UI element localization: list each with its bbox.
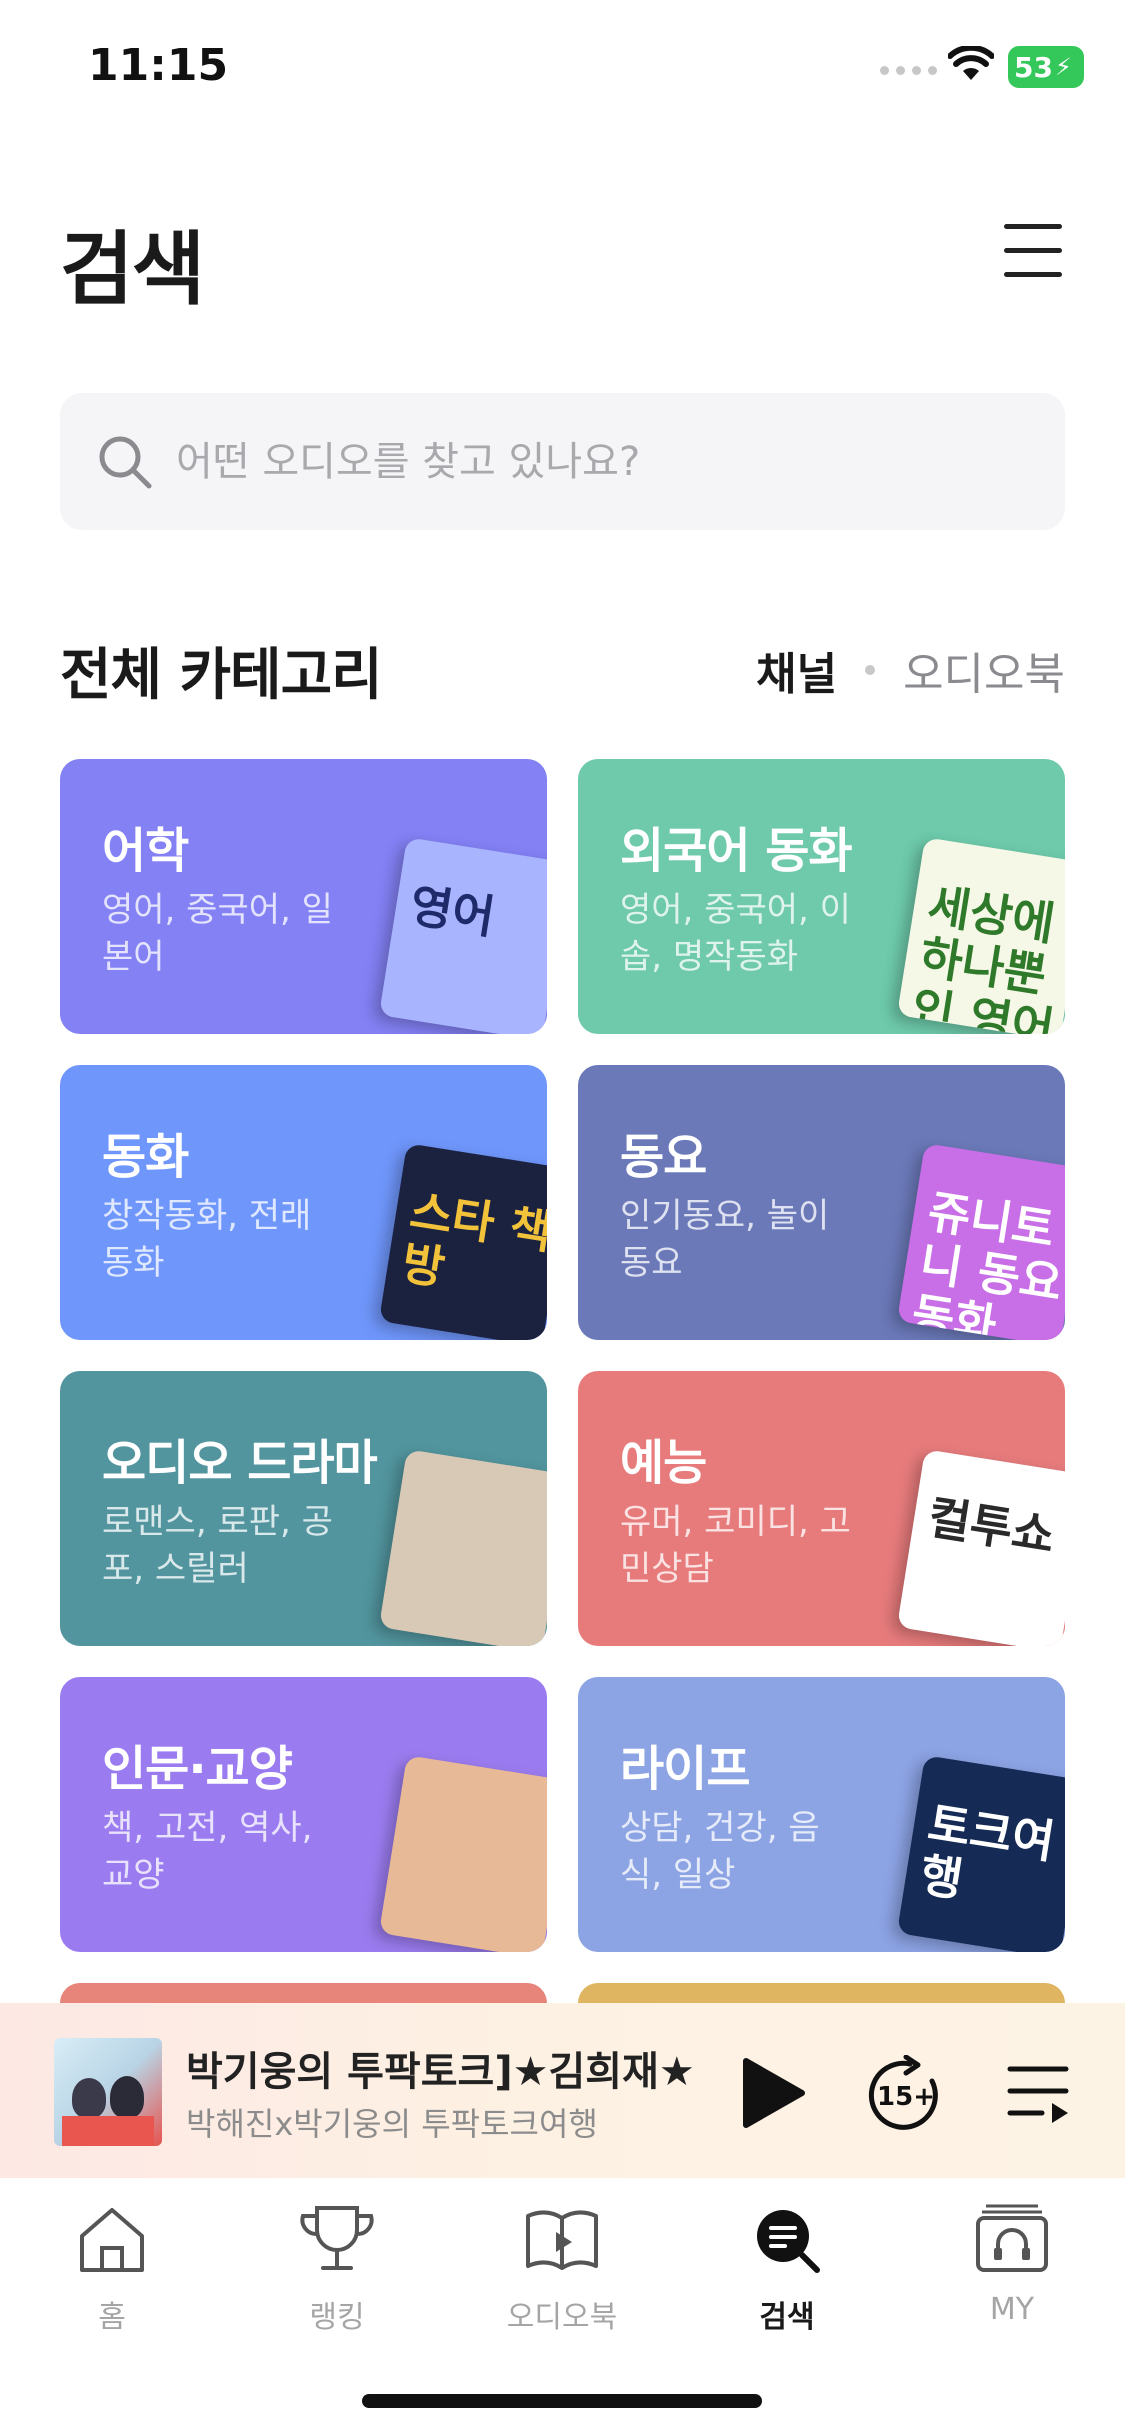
category-card[interactable]: 예능유머, 코미디, 고민상담 컬투쇼 bbox=[578, 1371, 1065, 1646]
tab-label: 랭킹 bbox=[309, 2300, 365, 2335]
album-art[interactable] bbox=[54, 2038, 162, 2146]
category-grid: 어학영어, 중국어, 일본어 영어 외국어 동화영어, 중국어, 이솝, 명작동화 세… bbox=[60, 759, 1065, 2023]
svg-text:15+: 15+ bbox=[877, 2082, 935, 2112]
wifi-icon bbox=[948, 46, 994, 80]
category-subtitle: 창작동화, 전래동화 bbox=[102, 1196, 312, 1283]
headphones-icon bbox=[976, 2204, 1048, 2272]
tab-label: 검색 bbox=[759, 2300, 815, 2335]
battery-level: 53 bbox=[1014, 50, 1053, 84]
audiobook-icon bbox=[526, 2210, 598, 2270]
category-thumbnail: 쥬니토니 동요동화 bbox=[896, 1143, 1065, 1340]
player-title[interactable]: 박기웅의 투팍토크]★김희재★ bbox=[186, 2039, 696, 2097]
skip-forward-15-button[interactable]: 15+ bbox=[866, 2055, 946, 2135]
category-subtitle: 유머, 코미디, 고민상담 bbox=[620, 1502, 851, 1589]
status-time: 11:15 bbox=[88, 40, 229, 91]
signal-icon bbox=[880, 66, 937, 75]
search-bar[interactable] bbox=[60, 393, 1065, 530]
search-input[interactable] bbox=[176, 438, 1026, 485]
playlist-button[interactable] bbox=[1006, 2061, 1072, 2125]
trophy-icon bbox=[300, 2206, 374, 2270]
category-title: 오디오 드라마 bbox=[102, 1435, 378, 1491]
tab-label: 홈 bbox=[98, 2300, 126, 2335]
category-subtitle: 로맨스, 로판, 공포, 스릴러 bbox=[102, 1502, 333, 1589]
thumbnail-title: 쥬니토니 동요동화 bbox=[908, 1183, 1065, 1340]
category-card[interactable]: 인문·교양책, 고전, 역사, 교양 bbox=[60, 1677, 547, 1952]
status-bar: 11:15 53 ⚡ bbox=[0, 0, 1125, 140]
category-card[interactable]: 라이프상담, 건강, 음식, 일상 토크여행 bbox=[578, 1677, 1065, 1952]
tab-label: 오디오북 bbox=[506, 2300, 618, 2335]
category-type-toggle: 채널 오디오북 bbox=[756, 638, 1065, 702]
section-title: 전체 카테고리 bbox=[60, 643, 383, 708]
category-thumbnail: 세상에 하나뿐인 영어동화 bbox=[896, 837, 1065, 1034]
battery-icon: 53 ⚡ bbox=[1008, 46, 1084, 88]
category-thumbnail: 스타 책방 bbox=[378, 1143, 547, 1340]
thumbnail-title: 토크여행 bbox=[916, 1795, 1059, 1908]
thumbnail-title: 컬투쇼 bbox=[924, 1489, 1059, 1564]
search-icon bbox=[757, 2210, 820, 2273]
separator-dot bbox=[865, 665, 876, 675]
category-card[interactable]: 동화창작동화, 전래동화 스타 책방 bbox=[60, 1065, 547, 1340]
category-subtitle: 상담, 건강, 음식, 일상 bbox=[620, 1808, 820, 1895]
menu-button[interactable] bbox=[1000, 222, 1066, 280]
category-title: 어학 bbox=[102, 823, 189, 879]
play-button[interactable] bbox=[738, 2055, 808, 2131]
category-thumbnail bbox=[378, 1449, 547, 1646]
category-thumbnail: 컬투쇼 bbox=[896, 1449, 1065, 1646]
category-thumbnail: 영어 bbox=[378, 837, 547, 1034]
thumbnail-title: 세상에 하나뿐인 영어동화 bbox=[900, 877, 1059, 1034]
category-card[interactable]: 오디오 드라마로맨스, 로판, 공포, 스릴러 bbox=[60, 1371, 547, 1646]
category-subtitle: 영어, 중국어, 이솝, 명작동화 bbox=[620, 890, 851, 977]
category-subtitle: 책, 고전, 역사, 교양 bbox=[102, 1808, 313, 1895]
mini-player[interactable]: 박기웅의 투팍토크]★김희재★ 박해진x박기웅의 투팍토크여행 15+ bbox=[0, 2003, 1125, 2178]
category-title: 라이프 bbox=[620, 1741, 750, 1797]
tab-label: MY bbox=[989, 2292, 1035, 2327]
tab-my[interactable]: MY bbox=[932, 2200, 1092, 2327]
category-title: 외국어 동화 bbox=[620, 823, 853, 879]
home-indicator bbox=[362, 2394, 762, 2408]
toggle-channel[interactable]: 채널 bbox=[756, 638, 837, 702]
page-title: 검색 bbox=[60, 223, 205, 316]
tab-audiobook[interactable]: 오디오북 bbox=[482, 2200, 642, 2336]
category-thumbnail bbox=[378, 1755, 547, 1952]
player-subtitle[interactable]: 박해진x박기웅의 투팍토크여행 bbox=[186, 2099, 598, 2145]
thumbnail-title: 영어 bbox=[406, 877, 499, 945]
tab-search[interactable]: 검색 bbox=[707, 2200, 867, 2336]
category-thumbnail: 토크여행 bbox=[896, 1755, 1065, 1952]
category-card[interactable]: 어학영어, 중국어, 일본어 영어 bbox=[60, 759, 547, 1034]
home-icon bbox=[80, 2208, 144, 2272]
category-subtitle: 인기동요, 놀이동요 bbox=[620, 1196, 830, 1283]
search-icon bbox=[99, 436, 152, 488]
category-title: 인문·교양 bbox=[102, 1741, 293, 1797]
category-title: 동요 bbox=[620, 1129, 707, 1185]
category-title: 예능 bbox=[620, 1435, 707, 1491]
thumbnail-title: 스타 책방 bbox=[398, 1183, 547, 1296]
tab-home[interactable]: 홈 bbox=[32, 2200, 192, 2336]
toggle-audiobook[interactable]: 오디오북 bbox=[903, 638, 1065, 702]
tab-ranking[interactable]: 랭킹 bbox=[257, 2200, 417, 2336]
category-card[interactable]: 외국어 동화영어, 중국어, 이솝, 명작동화 세상에 하나뿐인 영어동화 bbox=[578, 759, 1065, 1034]
category-card[interactable]: 동요인기동요, 놀이동요 쥬니토니 동요동화 bbox=[578, 1065, 1065, 1340]
category-subtitle: 영어, 중국어, 일본어 bbox=[102, 890, 333, 977]
category-title: 동화 bbox=[102, 1129, 189, 1185]
